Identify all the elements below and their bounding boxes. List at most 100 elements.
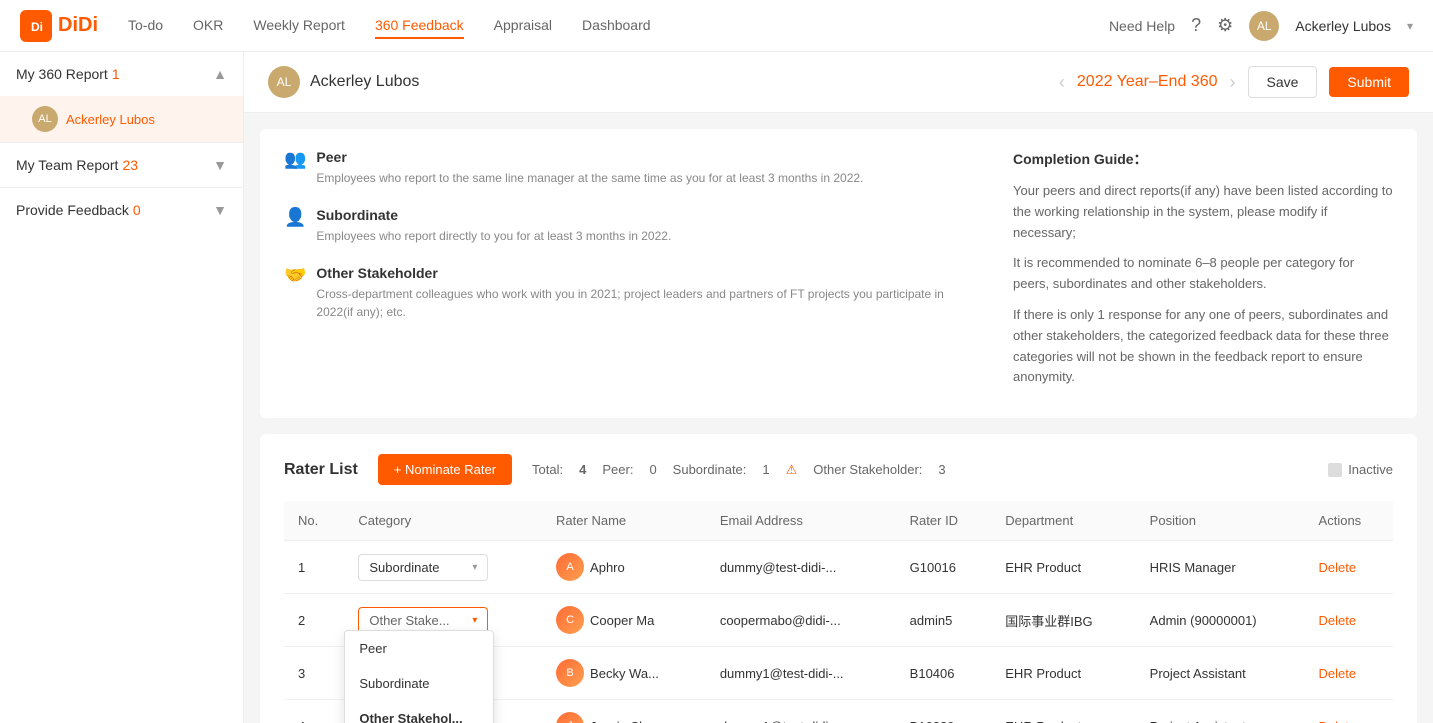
my-360-report-label: My 360 Report <box>16 66 108 82</box>
peer-icon: 👥 <box>284 149 306 170</box>
dropdown-option-peer[interactable]: Peer <box>345 631 493 666</box>
my-360-report-section: My 360 Report 1 ▲ AL Ackerley Lubos <box>0 52 243 142</box>
my-360-report-header[interactable]: My 360 Report 1 ▲ <box>0 52 243 96</box>
col-position: Position <box>1136 501 1305 541</box>
didi-logo-icon: Di <box>20 10 52 42</box>
peer-stat-label: Peer: <box>602 462 633 477</box>
total-label: Total: <box>532 462 563 477</box>
categories-info: 👥 Peer Employees who report to the same … <box>284 149 973 398</box>
completion-guide-title: Completion Guide： <box>1013 149 1393 169</box>
user-avatar-nav: AL <box>1249 11 1279 41</box>
row4-delete-button[interactable]: Delete <box>1319 719 1357 723</box>
row4-rater-name: J Jessie Shar <box>542 700 706 723</box>
col-department: Department <box>991 501 1135 541</box>
nav-dashboard[interactable]: Dashboard <box>582 13 651 39</box>
user-chevron-icon[interactable]: ▾ <box>1407 19 1413 33</box>
content-header-right: ‹ 2022 Year–End 360 › Save Submit <box>1059 66 1409 98</box>
peer-desc: Employees who report to the same line ma… <box>316 169 863 187</box>
ackerley-avatar: AL <box>32 106 58 132</box>
row4-position: Project Assistant <box>1136 700 1305 723</box>
nav-todo[interactable]: To-do <box>128 13 163 39</box>
sidebar: My 360 Report 1 ▲ AL Ackerley Lubos My T… <box>0 52 244 723</box>
nav-items: To-do OKR Weekly Report 360 Feedback App… <box>128 13 1109 39</box>
nav-360-feedback[interactable]: 360 Feedback <box>375 13 464 39</box>
logo-text: DiDi <box>58 14 98 37</box>
peer-category-item: 👥 Peer Employees who report to the same … <box>284 149 973 187</box>
row4-action[interactable]: Delete <box>1305 700 1393 723</box>
need-help-link[interactable]: Need Help <box>1109 18 1175 34</box>
row3-rater-name: B Becky Wa... <box>542 647 706 700</box>
dropdown-option-subordinate[interactable]: Subordinate <box>345 666 493 701</box>
subordinate-stat-label: Subordinate: <box>673 462 747 477</box>
table-row: 1 Subordinate ▾ A Aphro <box>284 541 1393 594</box>
completion-guide-point-1: Your peers and direct reports(if any) ha… <box>1013 181 1393 243</box>
chevron-down-icon-2: ▼ <box>213 202 227 218</box>
submit-button[interactable]: Submit <box>1329 67 1409 97</box>
prev-report-arrow[interactable]: ‹ <box>1059 72 1065 93</box>
row1-rater-name: A Aphro <box>542 541 706 594</box>
sidebar-item-ackerley[interactable]: AL Ackerley Lubos <box>0 96 243 142</box>
row1-position: HRIS Manager <box>1136 541 1305 594</box>
help-icon[interactable]: ? <box>1191 15 1201 36</box>
row2-position: Admin (90000001) <box>1136 594 1305 647</box>
row4-department: EHR Product <box>991 700 1135 723</box>
nav-weekly-report[interactable]: Weekly Report <box>253 13 345 39</box>
inactive-legend-label: Inactive <box>1348 462 1393 477</box>
content-header-left: AL Ackerley Lubos <box>268 66 419 98</box>
other-stakeholder-title: Other Stakeholder <box>316 265 973 281</box>
save-button[interactable]: Save <box>1248 66 1318 98</box>
dropdown-chevron: ▾ <box>472 562 477 573</box>
sidebar-item-ackerley-label: Ackerley Lubos <box>66 112 155 127</box>
peer-title: Peer <box>316 149 863 165</box>
provide-feedback-header[interactable]: Provide Feedback 0 ▼ <box>0 188 243 232</box>
nav-appraisal[interactable]: Appraisal <box>494 13 552 39</box>
total-count: 4 <box>579 462 586 477</box>
user-name-nav[interactable]: Ackerley Lubos <box>1295 18 1391 34</box>
row1-email: dummy@test-didi-... <box>706 541 896 594</box>
col-rater-id: Rater ID <box>896 501 992 541</box>
row1-avatar: A <box>556 553 584 581</box>
col-email: Email Address <box>706 501 896 541</box>
logo: Di DiDi <box>20 10 98 42</box>
category-dropdown-menu: Peer Subordinate Other Stakehol... <box>344 630 494 723</box>
col-no: No. <box>284 501 344 541</box>
col-actions: Actions <box>1305 501 1393 541</box>
top-navigation: Di DiDi To-do OKR Weekly Report 360 Feed… <box>0 0 1433 52</box>
row3-delete-button[interactable]: Delete <box>1319 666 1357 681</box>
content-header: AL Ackerley Lubos ‹ 2022 Year–End 360 › … <box>244 52 1433 113</box>
row1-department: EHR Product <box>991 541 1135 594</box>
other-stat-label: Other Stakeholder: <box>813 462 922 477</box>
nav-okr[interactable]: OKR <box>193 13 223 39</box>
nominate-rater-button[interactable]: + Nominate Rater <box>378 454 512 485</box>
provide-feedback-count: 0 <box>133 202 141 218</box>
content-header-title: Ackerley Lubos <box>310 73 419 91</box>
main-layout: My 360 Report 1 ▲ AL Ackerley Lubos My T… <box>0 52 1433 723</box>
report-title: 2022 Year–End 360 <box>1077 73 1218 91</box>
peer-stat-count: 0 <box>649 462 656 477</box>
row3-rater-id: B10406 <box>896 647 992 700</box>
row2-avatar: C <box>556 606 584 634</box>
row4-email: dummy1@test-didi-... <box>706 700 896 723</box>
row1-delete-button[interactable]: Delete <box>1319 560 1357 575</box>
row2-category[interactable]: Other Stake... ▾ Peer Subordinate Other … <box>344 594 542 647</box>
row2-delete-button[interactable]: Delete <box>1319 613 1357 628</box>
row2-department: 国际事业群IBG <box>991 594 1135 647</box>
row2-no: 2 <box>284 594 344 647</box>
row3-action[interactable]: Delete <box>1305 647 1393 700</box>
subordinate-icon: 👤 <box>284 207 306 228</box>
settings-icon[interactable]: ⚙ <box>1217 15 1233 36</box>
row3-avatar: B <box>556 659 584 687</box>
subordinate-category-item: 👤 Subordinate Employees who report direc… <box>284 207 973 245</box>
my-team-report-header[interactable]: My Team Report 23 ▼ <box>0 143 243 187</box>
row2-action[interactable]: Delete <box>1305 594 1393 647</box>
inactive-legend: Inactive <box>1328 462 1393 477</box>
dropdown-option-other[interactable]: Other Stakehol... <box>345 701 493 723</box>
next-report-arrow[interactable]: › <box>1230 72 1236 93</box>
row1-category-select[interactable]: Subordinate ▾ <box>358 554 488 581</box>
row4-avatar: J <box>556 712 584 723</box>
row1-action[interactable]: Delete <box>1305 541 1393 594</box>
stakeholder-icon: 🤝 <box>284 265 306 286</box>
row1-category[interactable]: Subordinate ▾ <box>344 541 542 594</box>
info-panel: 👥 Peer Employees who report to the same … <box>260 129 1417 418</box>
rater-table: No. Category Rater Name Email Address Ra… <box>284 501 1393 723</box>
